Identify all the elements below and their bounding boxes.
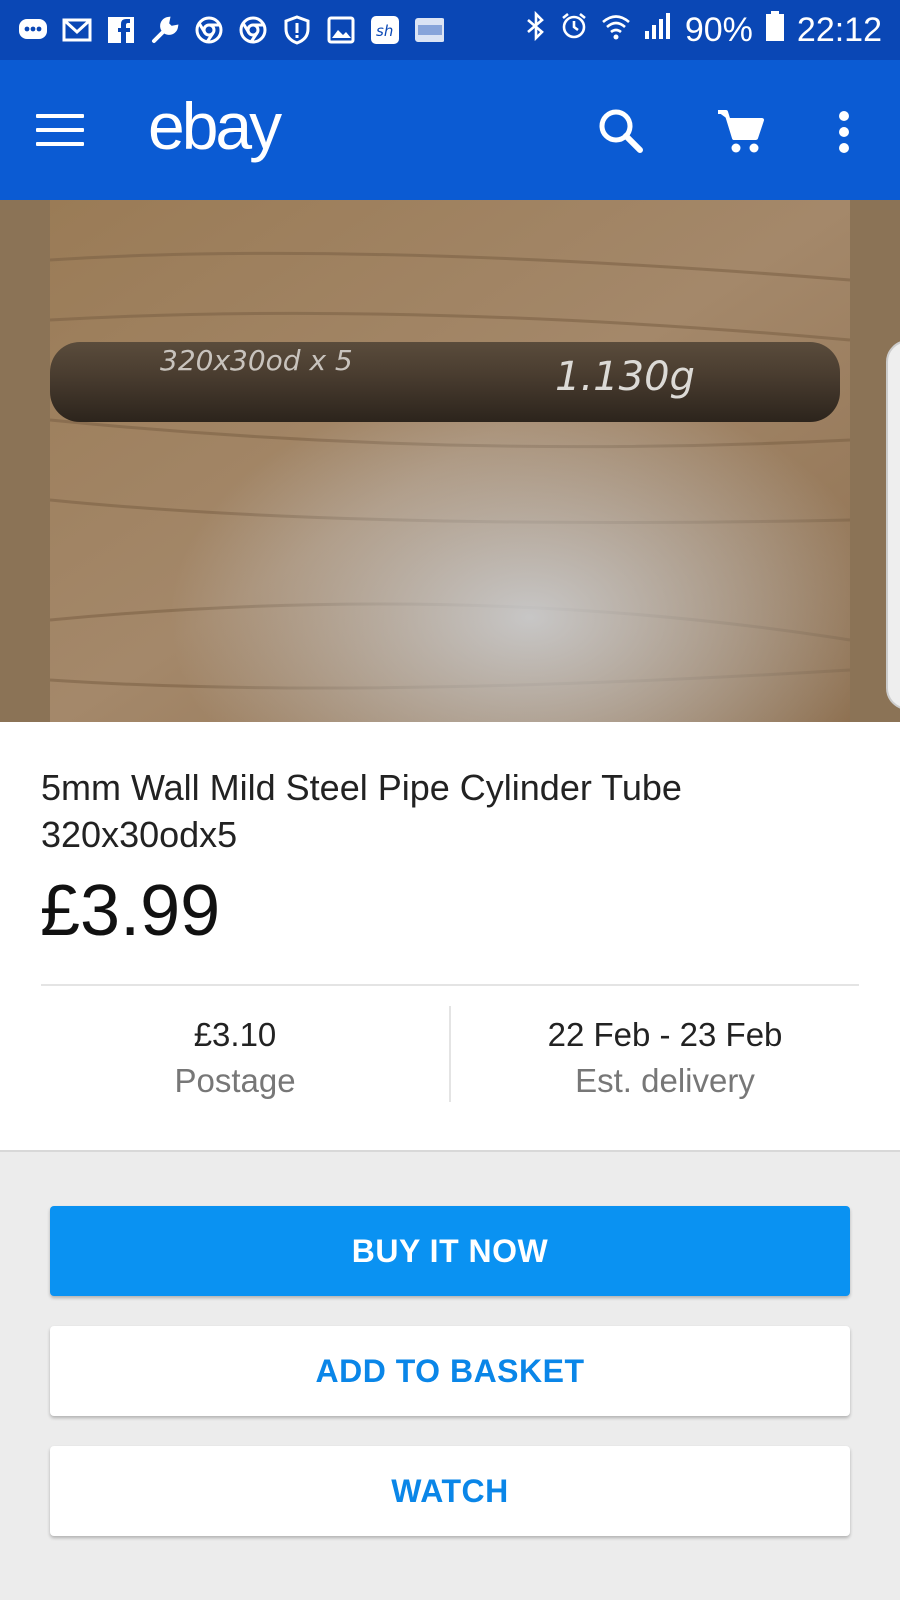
buy-it-now-button[interactable]: BUY IT NOW <box>50 1206 850 1296</box>
chrome-icon <box>238 15 268 45</box>
alarm-icon <box>559 11 589 50</box>
battery-percent: 90% <box>684 10 753 49</box>
ebay-app-icon <box>414 15 444 45</box>
divider <box>41 984 859 986</box>
product-photo[interactable]: 320x30od x 5 1.130g <box>50 200 850 722</box>
listing-info-card: 5mm Wall Mild Steel Pipe Cylinder Tube 3… <box>0 722 900 1152</box>
system-status: 90% 22:12 <box>525 10 882 51</box>
overflow-menu-icon[interactable] <box>818 104 870 160</box>
product-image-carousel[interactable]: 320x30od x 5 1.130g <box>0 200 900 722</box>
photo-annotation-dimensions: 320x30od x 5 <box>160 344 353 377</box>
wifi-icon <box>601 11 631 50</box>
watch-button[interactable]: WATCH <box>50 1446 850 1536</box>
signal-icon <box>643 11 673 50</box>
postage-value: £3.10 <box>193 1016 277 1053</box>
chat-icon <box>18 15 48 45</box>
status-bar: sh 90% 22:12 <box>0 0 900 60</box>
add-to-basket-button[interactable]: ADD TO BASKET <box>50 1326 850 1416</box>
chrome-icon <box>194 15 224 45</box>
delivery-value: 22 Feb - 23 Feb <box>547 1016 783 1053</box>
battery-icon <box>765 10 785 51</box>
postage-label: Postage <box>174 1062 296 1099</box>
clock: 22:12 <box>796 10 882 49</box>
cart-icon[interactable] <box>714 104 770 160</box>
postage-info: £3.10 Postage <box>30 1012 440 1104</box>
svg-text:sh: sh <box>376 22 393 40</box>
app-bar: ebay <box>0 60 900 200</box>
delivery-info: 22 Feb - 23 Feb Est. delivery <box>460 1012 870 1104</box>
facebook-icon <box>106 15 136 45</box>
notification-icons: sh <box>18 15 525 45</box>
delivery-label: Est. delivery <box>575 1062 755 1099</box>
bluetooth-icon <box>525 10 547 50</box>
image-icon <box>326 15 356 45</box>
mail-icon <box>62 15 92 45</box>
search-icon[interactable] <box>594 104 650 160</box>
listing-title: 5mm Wall Mild Steel Pipe Cylinder Tube 3… <box>41 767 682 855</box>
shpock-icon: sh <box>370 15 400 45</box>
vertical-divider <box>449 1006 451 1102</box>
shield-icon <box>282 15 312 45</box>
next-image-peek[interactable] <box>886 340 900 710</box>
ebay-logo[interactable]: ebay <box>148 88 282 164</box>
menu-icon[interactable] <box>36 114 84 148</box>
photo-annotation-weight: 1.130g <box>555 354 695 400</box>
listing-price: £3.99 <box>40 871 221 951</box>
wrench-icon <box>150 15 180 45</box>
